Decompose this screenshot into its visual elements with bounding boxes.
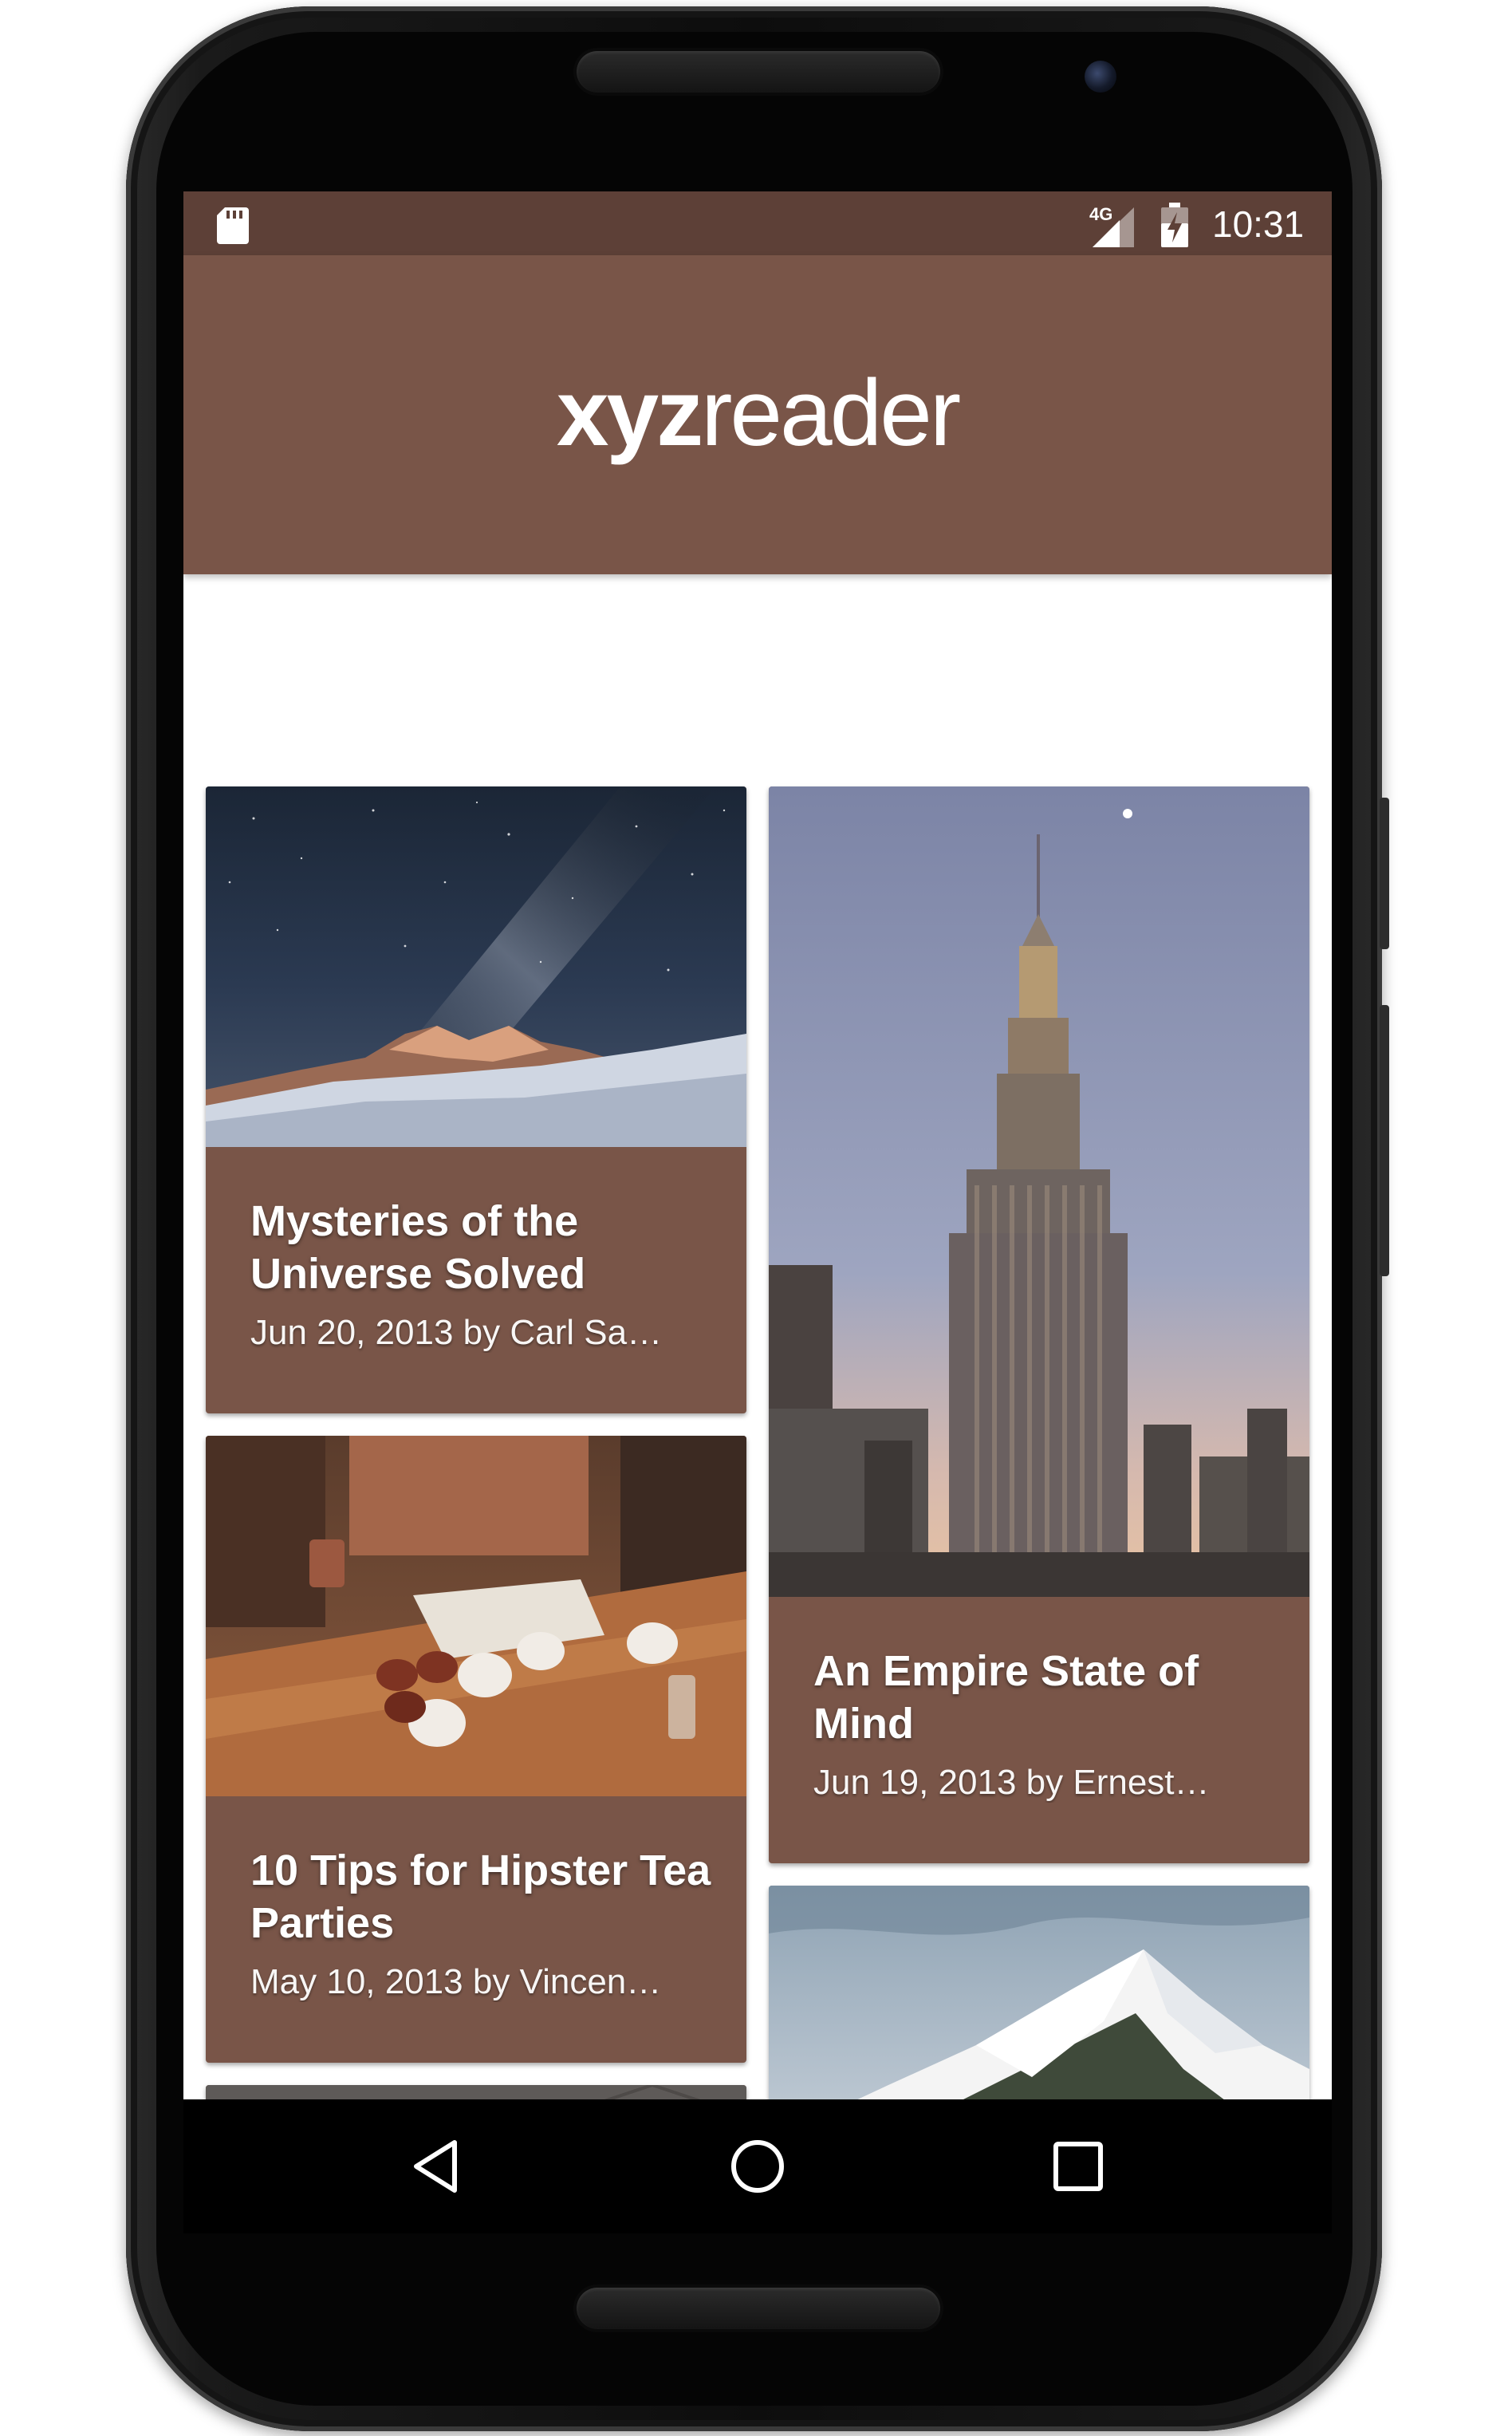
app-bar: xyzreader <box>183 255 1332 574</box>
top-speaker-grille <box>577 51 940 93</box>
article-title: Mysteries of the Universe Solved <box>250 1197 586 1298</box>
screen: 4G 10:31 xyzreader Mysteries of the Univ… <box>183 191 1332 2233</box>
article-byline: May 10, 2013 by Vincen… <box>250 1962 662 2001</box>
navigation-bar <box>183 2099 1332 2233</box>
logo-regular-part: reader <box>701 361 961 466</box>
status-clock: 10:31 <box>1212 203 1305 245</box>
article-card[interactable]: Mysteries of the Universe Solved Jun 20,… <box>206 786 746 1413</box>
article-grid[interactable]: Mysteries of the Universe Solved Jun 20,… <box>183 574 1332 2233</box>
front-camera <box>1085 61 1116 93</box>
home-icon[interactable] <box>726 2134 789 2198</box>
bottom-speaker-grille <box>577 2288 940 2329</box>
article-title: 10 Tips for Hipster Tea Parties <box>250 1847 711 1947</box>
article-byline: Jun 19, 2013 by Ernest… <box>813 1763 1210 1802</box>
back-icon[interactable] <box>405 2134 469 2198</box>
article-thumbnail-night-sky <box>206 786 746 1147</box>
article-card[interactable]: An Empire State of Mind Jun 19, 2013 by … <box>769 786 1309 1863</box>
battery-icon <box>1161 203 1188 247</box>
status-bar: 4G 10:31 <box>183 191 1332 255</box>
device-frame: 4G 10:31 xyzreader Mysteries of the Univ… <box>0 0 1512 2436</box>
article-thumbnail-empire-state <box>769 786 1309 1597</box>
article-card[interactable]: 10 Tips for Hipster Tea Parties May 10, … <box>206 1436 746 2063</box>
article-thumbnail-tea-party <box>206 1436 746 1796</box>
article-byline: Jun 20, 2013 by Carl Sa… <box>250 1313 663 1352</box>
signal-icon <box>1093 207 1134 247</box>
volume-button <box>1380 798 1389 949</box>
article-title: An Empire State of Mind <box>813 1647 1199 1748</box>
sd-card-icon <box>217 207 249 244</box>
recents-icon[interactable] <box>1046 2134 1110 2198</box>
power-button <box>1380 1005 1389 1276</box>
logo-bold-part: xyz <box>556 361 703 466</box>
app-logo: xyzreader <box>183 359 1332 467</box>
